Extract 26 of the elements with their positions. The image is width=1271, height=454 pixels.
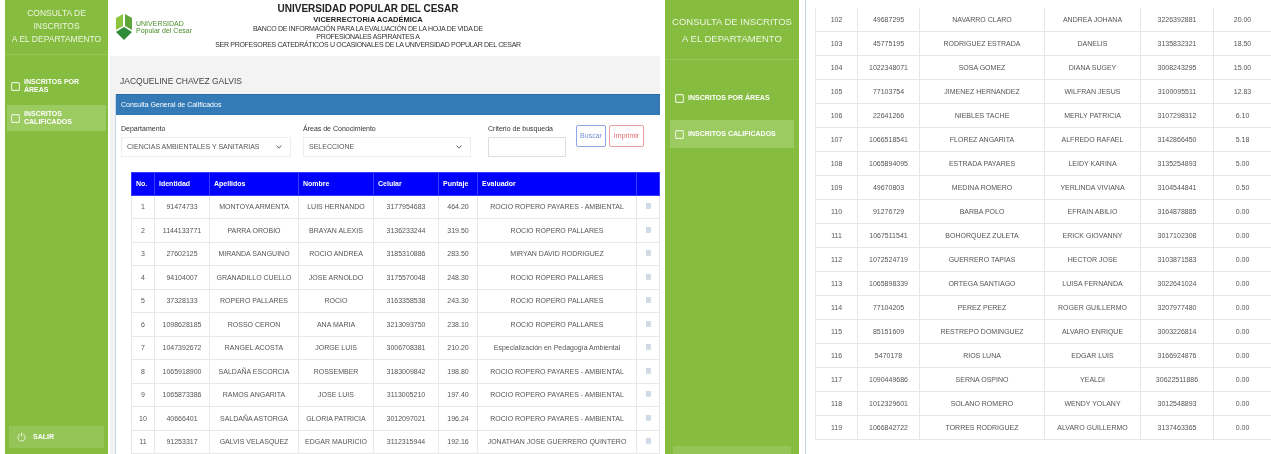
sidebar-title: A EL DEPARTAMENTO: [681, 32, 783, 46]
document-icon[interactable]: [645, 367, 651, 374]
document-icon[interactable]: [645, 391, 651, 398]
document-icon[interactable]: [645, 438, 651, 445]
document-icon[interactable]: [645, 273, 651, 280]
power-icon: [17, 432, 26, 442]
document-icon[interactable]: [645, 320, 651, 327]
square-icon: [675, 93, 684, 103]
user-name: JACQUELINE CHAVEZ GALVIS: [120, 75, 244, 86]
document-icon[interactable]: [645, 344, 651, 351]
header-title: UNIVERSIDAD POPULAR DEL CESAR: [276, 3, 460, 14]
document-icon[interactable]: [645, 250, 651, 257]
text-field[interactable]: [488, 136, 566, 157]
sidebar-title: CONSULTA DE INSCRITOS: [26, 7, 87, 33]
document-icon[interactable]: [645, 203, 651, 210]
sidebar-title: A EL DEPARTAMENTO: [10, 33, 103, 46]
document-icon[interactable]: [645, 297, 651, 304]
square-icon: [11, 81, 20, 91]
document-icon[interactable]: [645, 226, 651, 233]
document-icon[interactable]: [645, 414, 651, 421]
sidebar-title: CONSULTA DE INSCRITOS: [671, 15, 793, 29]
chevron-icon: [276, 144, 282, 149]
square-icon: [11, 113, 20, 123]
logo-icon: [114, 14, 134, 40]
chevron-icon: [456, 144, 462, 149]
square-icon: [675, 129, 684, 139]
